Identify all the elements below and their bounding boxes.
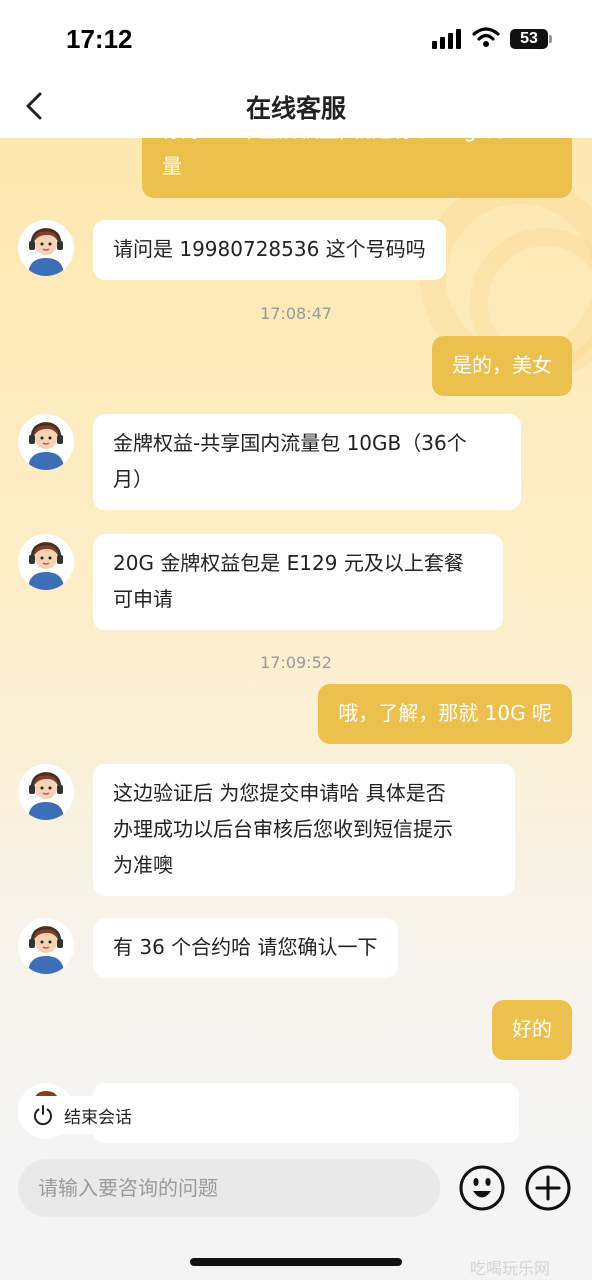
end-session-button[interactable]: 结束会话 bbox=[18, 1096, 148, 1134]
message-text: 好的 bbox=[512, 1017, 552, 1041]
message-input[interactable] bbox=[18, 1159, 440, 1217]
input-bar bbox=[0, 1148, 592, 1230]
message-text: 你好 200, 金牌权益, 就是有个 20g 流 bbox=[162, 138, 552, 148]
message-bubble-received: 请问是 19980728536 这个号码吗 bbox=[93, 220, 446, 280]
message-bubble-received: 有 36 个合约哈 请您确认一下 bbox=[93, 918, 398, 978]
message-bubble-received bbox=[93, 1083, 519, 1143]
page-title: 在线客服 bbox=[245, 94, 346, 123]
message-bubble-received: 金牌权益-共享国内流量包 10GB（36个 月） bbox=[93, 414, 521, 510]
agent-avatar bbox=[18, 414, 74, 470]
agent-avatar bbox=[18, 918, 74, 974]
message-text: 可申请 bbox=[113, 587, 173, 611]
watermark: 吃喝玩乐网 bbox=[470, 1259, 551, 1278]
message-bubble-received: 这边验证后 为您提交申请哈 具体是否 办理成功以后台审核后您收到短信提示 为准噢 bbox=[93, 764, 515, 896]
message-text: 月） bbox=[113, 467, 153, 491]
message-bubble-sent: 好的 bbox=[492, 1000, 572, 1060]
agent-avatar bbox=[18, 534, 74, 590]
message-text: 这边验证后 为您提交申请哈 具体是否 bbox=[113, 781, 446, 805]
message-text: 是的，美女 bbox=[452, 353, 552, 377]
home-indicator[interactable] bbox=[190, 1258, 402, 1266]
status-bar: 17:12 53 bbox=[0, 0, 592, 76]
message-text: 哦，了解，那就 10G 呢 bbox=[338, 701, 552, 725]
signal-icon bbox=[432, 29, 462, 49]
message-text: 量 bbox=[162, 154, 182, 178]
nav-bar: 在线客服 bbox=[0, 76, 592, 138]
message-bubble-sent: 哦，了解，那就 10G 呢 bbox=[318, 684, 572, 744]
message-text: 办理成功以后台审核后您收到短信提示 bbox=[113, 817, 453, 841]
end-session-label: 结束会话 bbox=[64, 1107, 132, 1128]
battery-tip bbox=[549, 35, 552, 43]
agent-avatar bbox=[18, 220, 74, 276]
message-timestamp: 17:08:47 bbox=[260, 304, 332, 323]
message-text: 有 36 个合约哈 请您确认一下 bbox=[113, 935, 378, 959]
chat-area[interactable]: 你好 200, 金牌权益, 就是有个 20g 流 量 请问是 199807285… bbox=[0, 138, 592, 1148]
message-text: 请问是 19980728536 这个号码吗 bbox=[113, 237, 426, 261]
battery-icon: 53 bbox=[510, 29, 548, 49]
message-bubble-sent: 你好 200, 金牌权益, 就是有个 20g 流 量 bbox=[142, 138, 572, 198]
message-bubble-sent: 是的，美女 bbox=[432, 336, 572, 396]
message-text: 20G 金牌权益包是 E129 元及以上套餐 bbox=[113, 551, 464, 575]
plus-icon[interactable] bbox=[524, 1164, 572, 1212]
agent-avatar bbox=[18, 764, 74, 820]
message-text: 为准噢 bbox=[113, 853, 173, 877]
message-bubble-received: 20G 金牌权益包是 E129 元及以上套餐 可申请 bbox=[93, 534, 503, 630]
status-time: 17:12 bbox=[66, 24, 133, 54]
message-text: 金牌权益-共享国内流量包 10GB（36个 bbox=[113, 431, 467, 455]
wifi-icon bbox=[472, 27, 500, 47]
message-timestamp: 17:09:52 bbox=[260, 653, 332, 672]
power-icon bbox=[34, 1105, 52, 1126]
emoji-icon[interactable] bbox=[458, 1164, 506, 1212]
